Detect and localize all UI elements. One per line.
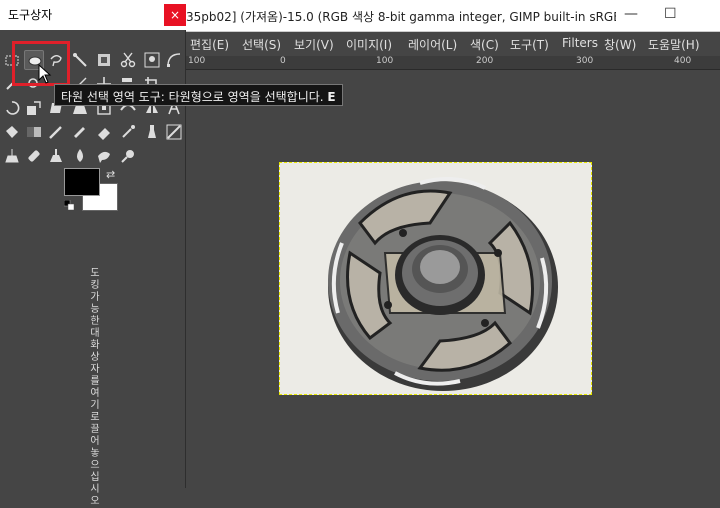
perspective-clone-tool-icon[interactable] — [46, 146, 66, 166]
ruler-label: 100 — [376, 56, 394, 66]
pencil-tool-icon[interactable] — [46, 122, 66, 142]
swap-colors-icon[interactable]: ⇄ — [106, 168, 115, 181]
toolbox-titlebar: 도구상자 — [0, 0, 186, 30]
mouse-pointer-icon — [38, 64, 52, 84]
scissors-tool-icon[interactable] — [118, 50, 138, 70]
smudge-tool-icon[interactable] — [94, 146, 114, 166]
minimize-button[interactable]: — — [624, 6, 638, 22]
fuzzy-select-tool-icon[interactable] — [70, 50, 90, 70]
lego-tile-image — [328, 177, 558, 391]
ruler-label: 200 — [476, 56, 494, 66]
clone-tool-icon[interactable] — [2, 146, 22, 166]
image-layer[interactable] — [279, 162, 592, 395]
bucket-fill-tool-icon[interactable] — [2, 122, 22, 142]
dock-hint-vertical-text: 도킹가능한대화상자를여기로끌어놓으십시오 — [90, 268, 100, 507]
airbrush-tool-icon[interactable] — [118, 122, 138, 142]
paintbrush-tool-icon[interactable] — [70, 122, 90, 142]
ink-tool-icon[interactable] — [142, 122, 162, 142]
toolbox-close-button[interactable]: × — [164, 4, 186, 26]
horizontal-ruler[interactable]: 100 0 100 200 300 400 — [186, 56, 720, 70]
menu-filters[interactable]: Filters — [562, 36, 598, 50]
ruler-label: 0 — [280, 56, 286, 66]
foreground-select-tool-icon[interactable] — [142, 50, 162, 70]
heal-tool-icon[interactable] — [24, 146, 44, 166]
tool-tooltip: 타원 선택 영역 도구: 타원형으로 영역을 선택합니다. E — [54, 84, 343, 106]
ruler-label: 300 — [576, 56, 594, 66]
color-swatches: ⇄ — [64, 168, 120, 214]
select-by-color-tool-icon[interactable] — [94, 50, 114, 70]
scale-tool-icon[interactable] — [24, 98, 44, 118]
menu-image[interactable]: 이미지(I) — [346, 36, 392, 53]
toolbox-title: 도구상자 — [8, 8, 53, 22]
menu-colors[interactable]: 색(C) — [470, 36, 499, 53]
default-colors-icon[interactable] — [64, 200, 74, 210]
image-window-title: 35pb02] (가져옴)-15.0 (RGB 색상 8-bit gamma i… — [186, 10, 616, 24]
image-window-titlebar: 35pb02] (가져옴)-15.0 (RGB 색상 8-bit gamma i… — [186, 0, 720, 32]
gradient-tool-icon[interactable] — [24, 122, 44, 142]
ruler-label: 100 — [188, 56, 206, 66]
rotate-tool-icon[interactable] — [2, 98, 22, 118]
tooltip-text: 타원 선택 영역 도구: 타원형으로 영역을 선택합니다. — [61, 90, 324, 104]
menu-bar: 편집(E) 선택(S) 보기(V) 이미지(I) 레이어(L) 색(C) 도구(… — [186, 32, 720, 56]
tooltip-shortcut-key: E — [327, 90, 336, 104]
menu-layer[interactable]: 레이어(L) — [408, 36, 457, 53]
blur-tool-icon[interactable] — [70, 146, 90, 166]
menu-windows[interactable]: 창(W) — [604, 36, 636, 53]
maximize-button[interactable]: ☐ — [664, 6, 677, 22]
toolbox-panel: 도구상자 × ⇄ 도킹가능한대화상자를여기로끌어놓으십시오 — [0, 0, 186, 507]
foreground-color-swatch[interactable] — [64, 168, 100, 196]
menu-help[interactable]: 도움말(H) — [648, 36, 700, 53]
eraser-tool-icon[interactable] — [94, 122, 114, 142]
paths-tool-icon[interactable] — [164, 50, 184, 70]
menu-edit[interactable]: 편집(E) — [190, 36, 229, 53]
dodge-burn-tool-icon[interactable] — [118, 146, 138, 166]
menu-tools[interactable]: 도구(T) — [510, 36, 549, 53]
menu-view[interactable]: 보기(V) — [294, 36, 334, 53]
menu-select[interactable]: 선택(S) — [242, 36, 281, 53]
ruler-label: 400 — [674, 56, 692, 66]
mypaint-brush-tool-icon[interactable] — [164, 122, 184, 142]
